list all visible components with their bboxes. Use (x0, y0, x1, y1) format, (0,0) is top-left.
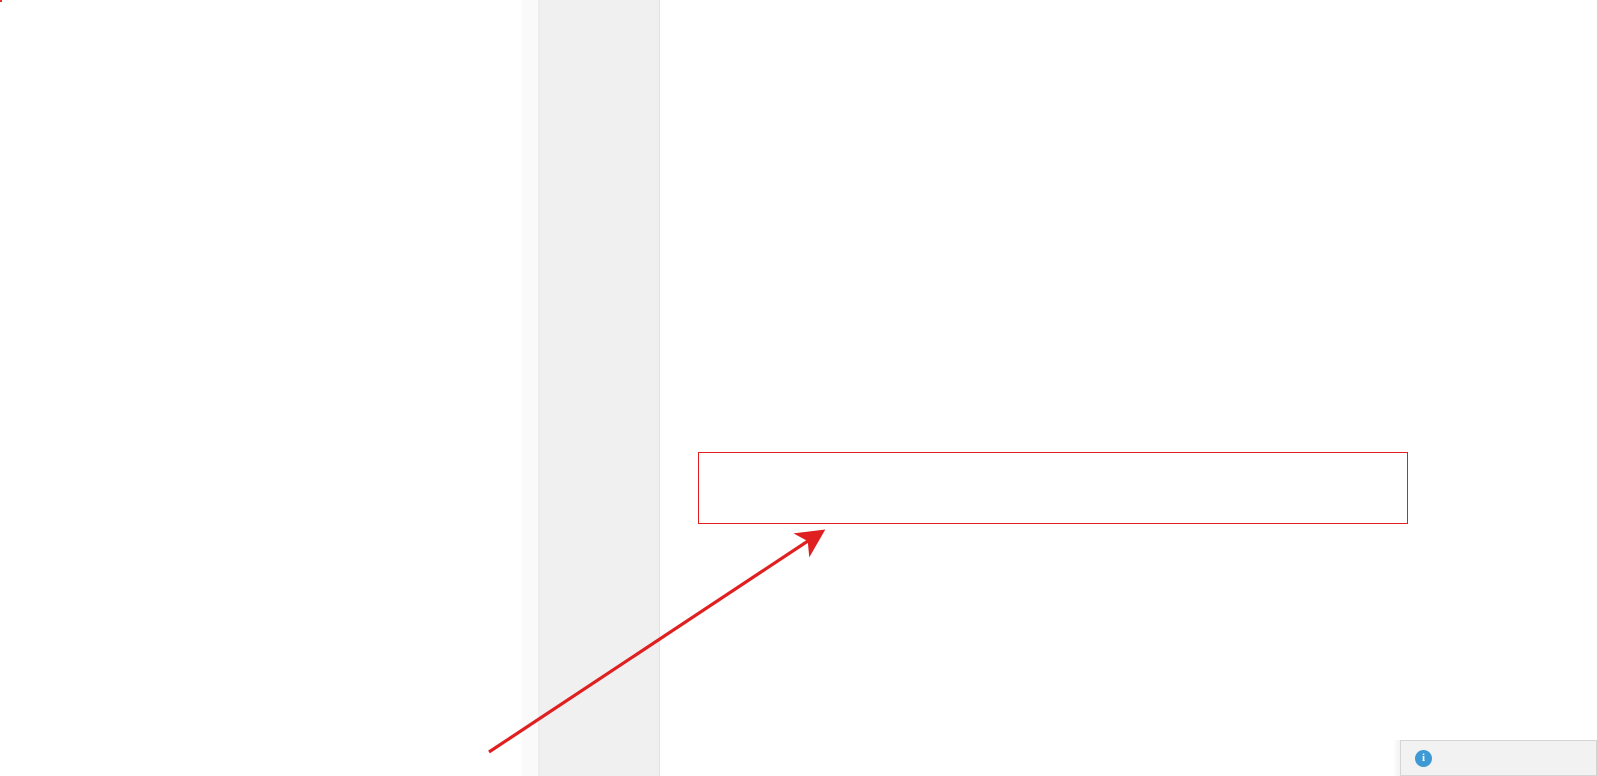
gutter-divider (659, 0, 660, 776)
services-tool-window-button[interactable] (1400, 740, 1597, 776)
editor-gutter[interactable] (540, 0, 660, 776)
tree-scrollbar-track[interactable] (522, 0, 538, 776)
info-icon (1415, 749, 1432, 767)
project-tree-panel[interactable] (0, 0, 540, 776)
selected-node-highlight-box (0, 0, 2, 2)
code-editor[interactable] (540, 0, 1597, 776)
